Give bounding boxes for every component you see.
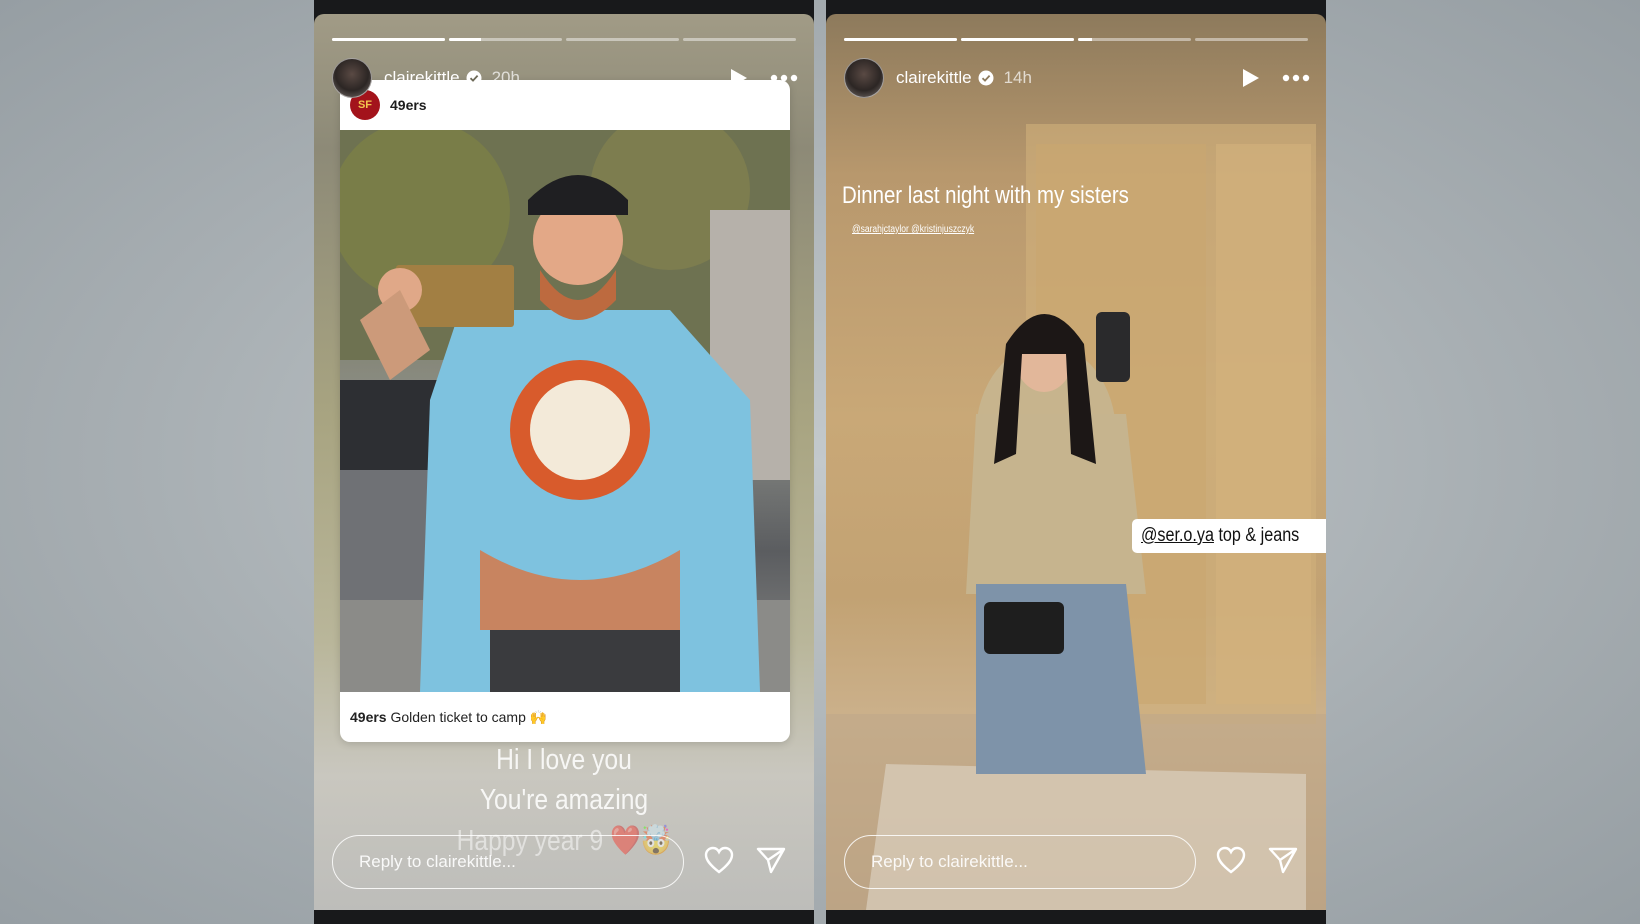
more-icon[interactable]	[770, 74, 798, 82]
product-tag[interactable]: @ser.o.ya top & jeans	[1132, 519, 1326, 553]
tag-text: top & jeans	[1213, 525, 1300, 546]
progress-fill	[844, 38, 957, 41]
story-footer: Reply to clairekittle...	[844, 834, 1314, 890]
shared-post-caption: 49ers Golden ticket to camp 🙌	[350, 709, 547, 726]
story-left: SF 49ers 49ers Golden ticket to camp 🙌 c…	[314, 0, 814, 924]
heart-icon[interactable]	[704, 846, 734, 879]
progress-fill	[449, 38, 481, 41]
avatar[interactable]	[844, 58, 884, 98]
shared-post-photo	[340, 110, 790, 692]
heart-icon[interactable]	[1216, 846, 1246, 879]
more-icon[interactable]	[1282, 74, 1310, 82]
story-progress	[332, 38, 796, 41]
play-icon[interactable]	[730, 68, 748, 88]
verified-badge-icon	[978, 70, 994, 86]
progress-segment	[1195, 38, 1308, 41]
shared-post-account: 49ers	[390, 97, 427, 113]
story-caption: Dinner last night with my sisters	[842, 182, 1129, 209]
username[interactable]: clairekittle	[896, 68, 972, 88]
progress-fill	[1078, 38, 1092, 41]
overlay-line: Hi I love you	[496, 744, 632, 776]
progress-segment	[1078, 38, 1191, 41]
verified-badge-icon	[466, 70, 482, 86]
tag-mention-link[interactable]: @ser.o.ya	[1141, 525, 1214, 546]
progress-fill	[332, 38, 445, 41]
progress-fill	[961, 38, 1074, 41]
progress-segment	[449, 38, 562, 41]
send-icon[interactable]	[756, 846, 786, 879]
story-background	[826, 14, 1326, 910]
send-icon[interactable]	[1268, 846, 1298, 879]
caption-username: 49ers	[350, 709, 387, 725]
reply-input[interactable]: Reply to clairekittle...	[844, 835, 1196, 889]
overlay-line: You're amazing	[479, 784, 649, 816]
progress-segment	[332, 38, 445, 41]
story-right: clairekittle 14h Dinner last night with …	[826, 0, 1326, 924]
shared-post-card[interactable]: SF 49ers 49ers Golden ticket to camp 🙌	[340, 80, 790, 742]
avatar[interactable]	[332, 58, 372, 98]
post-time: 14h	[1003, 68, 1032, 87]
progress-segment	[566, 38, 679, 41]
mention-tags[interactable]: @sarahjctaylor @kristinjuszczyk	[852, 224, 974, 235]
username[interactable]: clairekittle	[384, 68, 460, 88]
post-time: 20h	[491, 68, 520, 87]
play-icon[interactable]	[1242, 68, 1260, 88]
progress-segment	[844, 38, 957, 41]
progress-segment	[961, 38, 1074, 41]
progress-segment	[683, 38, 796, 41]
story-footer: Reply to clairekittle...	[332, 834, 802, 890]
reply-input[interactable]: Reply to clairekittle...	[332, 835, 684, 889]
story-header: clairekittle 14h	[844, 58, 1310, 98]
story-header: clairekittle 20h	[332, 58, 798, 98]
caption-text: Golden ticket to camp 🙌	[390, 709, 548, 725]
story-progress	[844, 38, 1308, 41]
